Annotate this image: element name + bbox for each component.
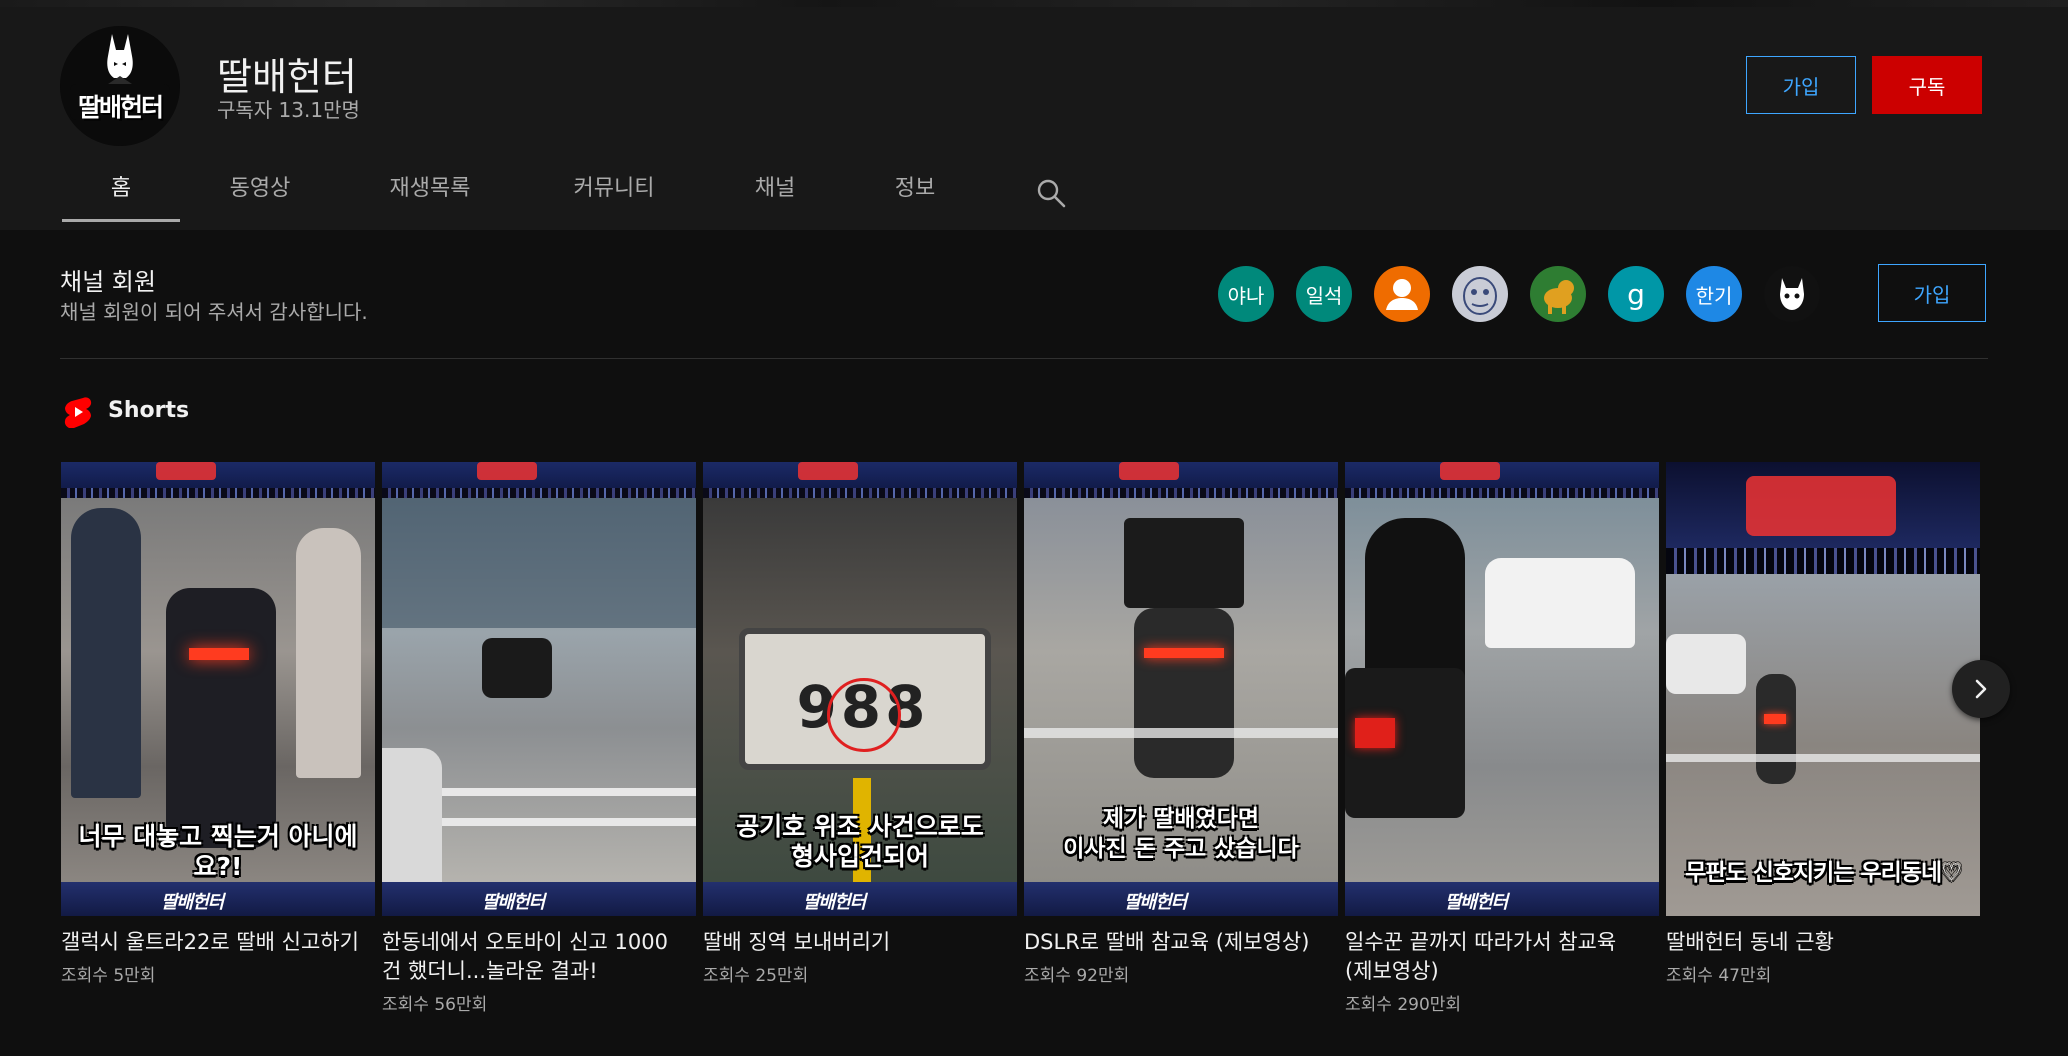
tab-community[interactable]: 커뮤니티	[554, 170, 674, 222]
member-avatar[interactable]	[1452, 266, 1508, 322]
thumbnail-footer-text: 딸배헌터	[1445, 892, 1508, 913]
thumbnail-footer: 딸배헌터	[382, 882, 696, 916]
thumbnail-footer-text: 딸배헌터	[1124, 892, 1187, 913]
short-views: 조회수 25만회	[703, 966, 809, 986]
short-title[interactable]: 일수꾼 끝까지 따라가서 참교육 (제보영상)	[1345, 928, 1645, 986]
thumbnail-footer-text: 딸배헌터	[161, 892, 224, 913]
short-card[interactable]: 988 공기호 위조 사건으로도 형사입건되어 딸배헌터 딸배 징역 보내버리기…	[703, 462, 1017, 986]
short-thumbnail[interactable]: 무판도 신호지키는 우리동네♡	[1666, 462, 1980, 916]
channel-logo-icon	[156, 462, 216, 480]
short-thumbnail[interactable]: 제가 딸배였다면 이사진 돈 주고 샀습니다 딸배헌터	[1024, 462, 1338, 916]
subscriber-count: 구독자 13.1만명	[217, 98, 360, 122]
person-icon	[1386, 279, 1418, 310]
tab-about[interactable]: 정보	[880, 170, 950, 222]
channel-logo-icon	[477, 462, 537, 480]
chevron-right-icon	[1975, 679, 1987, 699]
short-card[interactable]: 제가 딸배였다면 이사진 돈 주고 샀습니다 딸배헌터 DSLR로 딸배 참교육…	[1024, 462, 1338, 986]
thumbnail-banner	[1666, 462, 1980, 574]
tab-playlists[interactable]: 재생목록	[370, 170, 490, 222]
channel-logo-icon	[1119, 462, 1179, 480]
short-title[interactable]: 갤럭시 울트라22로 딸배 신고하기	[61, 928, 361, 957]
members-title: 채널 회원	[60, 268, 156, 296]
short-views: 조회수 5만회	[61, 966, 156, 986]
member-avatar[interactable]	[1530, 266, 1586, 322]
thumbnail-footer: 딸배헌터	[61, 882, 375, 916]
thumbnail-footer: 딸배헌터	[1345, 882, 1659, 916]
thumbnail-banner	[1024, 462, 1338, 498]
thumbnail-caption: 너무 대놓고 찍는거 아니에요?!	[78, 822, 358, 881]
member-avatar[interactable]: 일석	[1296, 266, 1352, 322]
thumbnail-banner	[61, 462, 375, 498]
short-views: 조회수 290만회	[1345, 995, 1462, 1015]
dog-icon	[1544, 280, 1574, 314]
member-avatar[interactable]	[1764, 266, 1820, 322]
mascot-icon	[1780, 278, 1804, 310]
thumbnail-caption: 무판도 신호지키는 우리동네♡	[1685, 860, 1962, 886]
channel-name: 딸배헌터	[217, 55, 357, 99]
character-icon	[1463, 277, 1497, 315]
tab-videos[interactable]: 동영상	[210, 170, 310, 222]
channel-logo-icon	[1440, 462, 1500, 480]
short-title[interactable]: 딸배 징역 보내버리기	[703, 928, 1003, 957]
channel-avatar[interactable]: 딸배헌터	[60, 26, 180, 146]
subscribe-button[interactable]: 구독	[1872, 56, 1982, 114]
thumbnail-footer: 딸배헌터	[1024, 882, 1338, 916]
short-card[interactable]: 딸배헌터 일수꾼 끝까지 따라가서 참교육 (제보영상) 조회수 290만회	[1345, 462, 1659, 1015]
short-views: 조회수 56만회	[382, 995, 488, 1015]
thumbnail-banner	[1345, 462, 1659, 498]
batman-logo-icon	[60, 26, 180, 146]
thumbnail-photo	[1345, 498, 1659, 882]
short-views: 조회수 92만회	[1024, 966, 1130, 986]
member-avatar[interactable]	[1374, 266, 1430, 322]
thumbnail-footer: 딸배헌터	[703, 882, 1017, 916]
join-button[interactable]: 가입	[1746, 56, 1856, 114]
thumbnail-banner	[703, 462, 1017, 498]
short-card[interactable]: 무판도 신호지키는 우리동네♡ 딸배헌터 동네 근황 조회수 47만회	[1666, 462, 1980, 986]
thumbnail-caption: 제가 딸배였다면 이사진 돈 주고 샀습니다	[1063, 806, 1299, 862]
short-thumbnail[interactable]: 988 공기호 위조 사건으로도 형사입건되어 딸배헌터	[703, 462, 1017, 916]
shorts-logo-icon	[64, 396, 92, 429]
short-thumbnail[interactable]: 딸배헌터	[382, 462, 696, 916]
tab-channels[interactable]: 채널	[740, 170, 810, 222]
short-title[interactable]: 한동네에서 오토바이 신고 1000건 했더니...놀라운 결과!	[382, 928, 682, 986]
shorts-title: Shorts	[108, 398, 190, 423]
video-banner-strip	[0, 0, 2068, 7]
member-avatar[interactable]: 야나	[1218, 266, 1274, 322]
thumbnail-banner	[382, 462, 696, 498]
thumbnail-caption: 공기호 위조 사건으로도 형사입건되어	[736, 812, 984, 871]
short-title[interactable]: 딸배헌터 동네 근황	[1666, 928, 1966, 957]
member-avatar[interactable]: g	[1608, 266, 1664, 322]
thumbnail-photo	[382, 498, 696, 882]
shorts-next-button[interactable]	[1952, 660, 2010, 718]
search-icon[interactable]	[1034, 176, 1068, 210]
short-thumbnail[interactable]: 딸배헌터	[1345, 462, 1659, 916]
channel-logo-icon	[798, 462, 858, 480]
short-views: 조회수 47만회	[1666, 966, 1772, 986]
short-thumbnail[interactable]: 너무 대놓고 찍는거 아니에요?! 딸배헌터	[61, 462, 375, 916]
short-title[interactable]: DSLR로 딸배 참교육 (제보영상)	[1024, 928, 1324, 957]
thumbnail-footer-text: 딸배헌터	[482, 892, 545, 913]
short-card[interactable]: 너무 대놓고 찍는거 아니에요?! 딸배헌터 갤럭시 울트라22로 딸배 신고하…	[61, 462, 375, 986]
short-card[interactable]: 딸배헌터 한동네에서 오토바이 신고 1000건 했더니...놀라운 결과! 조…	[382, 462, 696, 1015]
member-avatar[interactable]: 한기	[1686, 266, 1742, 322]
section-divider	[60, 358, 1988, 359]
members-subtitle: 채널 회원이 되어 주셔서 감사합니다.	[60, 300, 368, 324]
thumbnail-footer-text: 딸배헌터	[803, 892, 866, 913]
tab-home[interactable]: 홈	[62, 170, 180, 222]
channel-avatar-text: 딸배헌터	[77, 93, 164, 122]
members-join-button[interactable]: 가입	[1878, 264, 1986, 322]
